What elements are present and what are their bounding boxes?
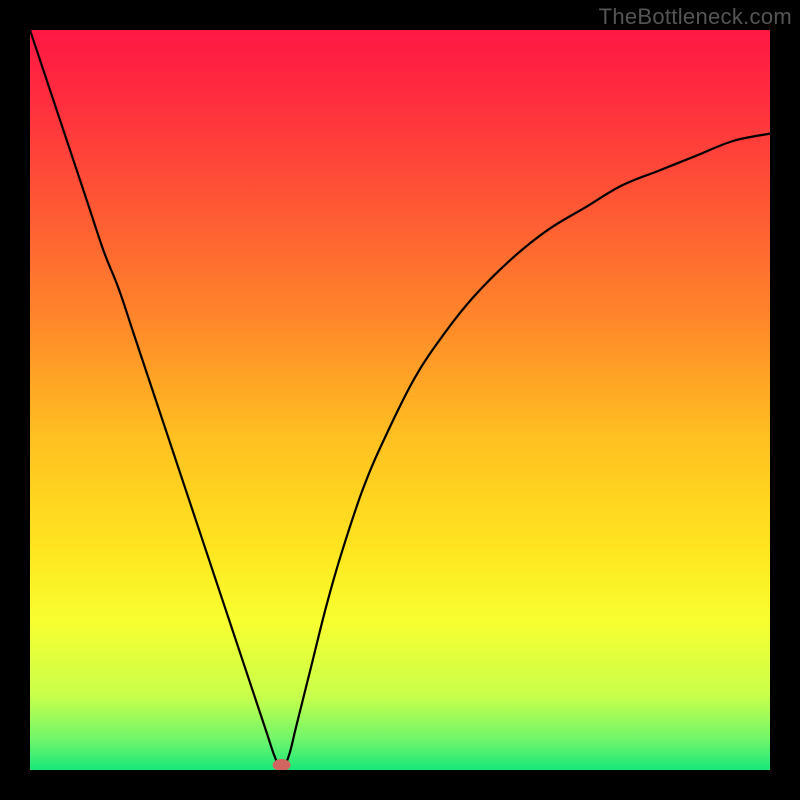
chart-frame	[30, 30, 770, 770]
watermark-text: TheBottleneck.com	[599, 4, 792, 30]
gradient-background	[30, 30, 770, 770]
bottleneck-chart	[30, 30, 770, 770]
